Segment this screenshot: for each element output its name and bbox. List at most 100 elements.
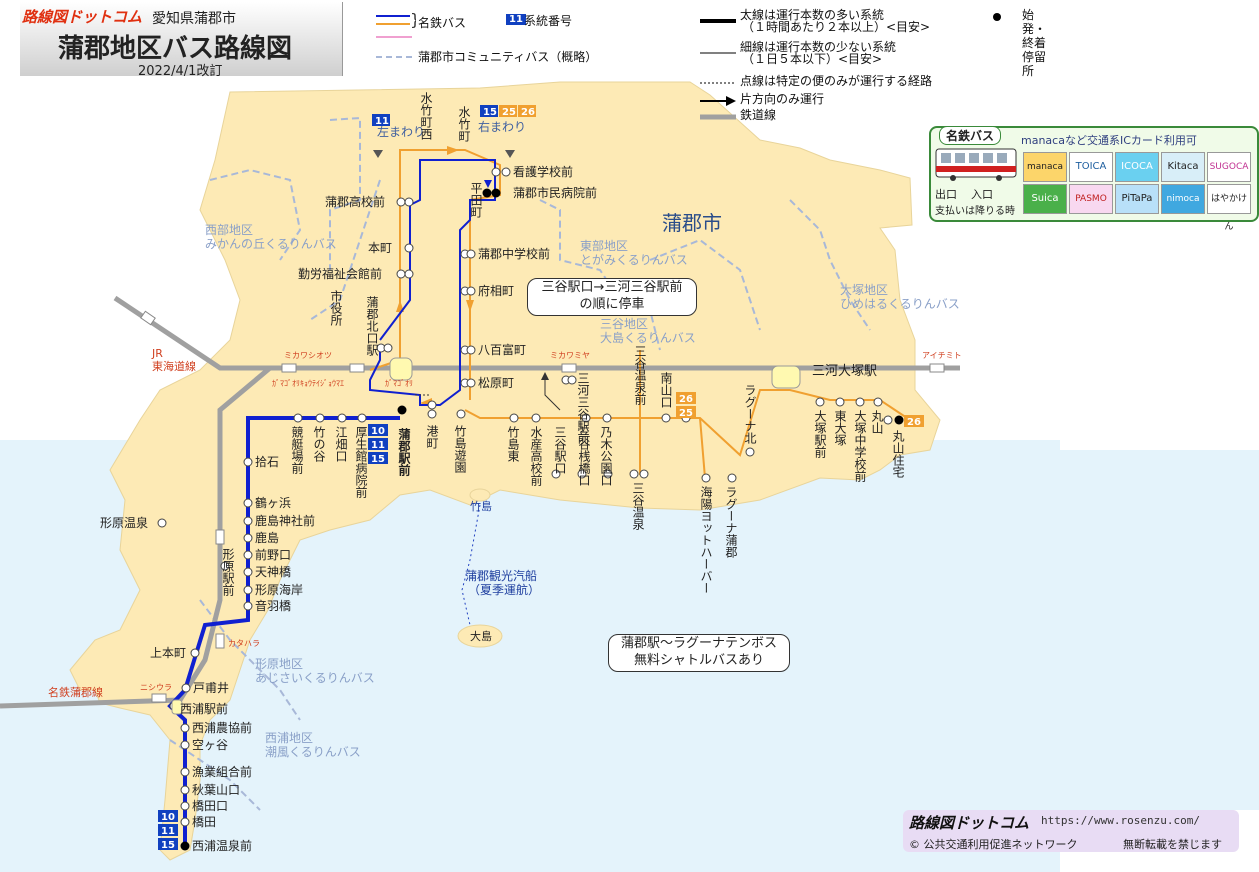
svg-text:ラグーナ蒲郡: ラグーナ蒲郡 <box>724 486 738 559</box>
bus-icon <box>935 148 1017 181</box>
svg-text:三谷温泉: 三谷温泉 <box>631 482 645 530</box>
svg-text:前野口: 前野口 <box>255 547 291 562</box>
legend-badge: 11 <box>506 14 526 25</box>
svg-text:競艇場前: 競艇場前 <box>290 425 304 474</box>
svg-text:東大塚: 東大塚 <box>833 410 847 446</box>
toica-card: TOICA <box>1069 152 1113 182</box>
icoca-card: ICOCA <box>1115 152 1159 182</box>
svg-text:潮風くるりんバス: 潮風くるりんバス <box>265 744 361 759</box>
svg-text:三谷桟橋口: 三谷桟橋口 <box>577 426 591 486</box>
svg-text:蒲郡市民病院前: 蒲郡市民病院前 <box>513 185 597 200</box>
svg-text:水産高校前: 水産高校前 <box>529 426 543 486</box>
legend-meitetsu: 名鉄バス <box>418 16 467 30</box>
svg-text:大島くるりんバス: 大島くるりんバス <box>600 330 696 345</box>
svg-text:10: 10 <box>371 426 385 437</box>
svg-text:15: 15 <box>161 840 175 851</box>
svg-text:南山口: 南山口 <box>659 371 673 408</box>
legend: } 名鉄バス 11 系統番号 蒲郡市コミュニティバス（概略） 太線は運行本数の多… <box>370 4 1046 124</box>
footer-url[interactable]: https://www.rosenzu.com/ <box>1041 814 1200 827</box>
svg-text:江畑口: 江畑口 <box>334 426 348 462</box>
svg-text:秋葉山口: 秋葉山口 <box>192 783 240 797</box>
legend-community: 蒲郡市コミュニティバス（概略） <box>418 50 598 64</box>
shuttle-note: 蒲郡駅～ラグーナテンボス 無料シャトルバスあり <box>608 634 790 672</box>
svg-text:蒲郡高校前: 蒲郡高校前 <box>325 194 385 209</box>
svg-text:11: 11 <box>161 826 175 837</box>
svg-text:25: 25 <box>679 408 693 419</box>
svg-text:ｶﾞﾏｺﾞｵﾘｷｮｳﾃｲｼﾞｮｳﾏｴ: ｶﾞﾏｺﾞｵﾘｷｮｳﾃｲｼﾞｮｳﾏｴ <box>272 379 344 388</box>
svg-text:大塚駅前: 大塚駅前 <box>813 410 827 458</box>
svg-text:西浦農協前: 西浦農協前 <box>192 720 252 735</box>
area-west: 西部地区 <box>205 222 253 237</box>
svg-text:}: } <box>410 10 416 29</box>
svg-text:天神橋: 天神橋 <box>255 565 291 579</box>
svg-text:竹の谷: 竹の谷 <box>312 426 326 463</box>
svg-text:ラグーナ北: ラグーナ北 <box>743 384 757 445</box>
area-east: 東部地区 <box>580 238 628 253</box>
svg-text:勤労福祉会館前: 勤労福祉会館前 <box>298 266 382 281</box>
svg-text:15: 15 <box>371 454 385 465</box>
pitapa-card: PiTaPa <box>1115 184 1159 214</box>
svg-text:とがみくるりんバス: とがみくるりんバス <box>580 252 688 267</box>
svg-text:竹島東: 竹島東 <box>506 426 520 462</box>
area-nishiura: 西浦地区 <box>265 731 313 745</box>
svg-text:府相町: 府相町 <box>478 283 514 298</box>
svg-text:26: 26 <box>907 417 921 428</box>
svg-text:ｶﾞﾏｺﾞｵﾘ: ｶﾞﾏｺﾞｵﾘ <box>385 379 413 388</box>
kitaca-card: Kitaca <box>1161 152 1205 182</box>
sugoca-card: SUGOCA <box>1207 152 1251 182</box>
svg-text:漁業組合前: 漁業組合前 <box>192 764 252 779</box>
svg-text:看護学校前: 看護学校前 <box>513 164 573 179</box>
svg-text:本町: 本町 <box>368 241 392 255</box>
svg-text:八百富町: 八百富町 <box>478 342 526 357</box>
ic-card-box: 名鉄バス manacaなど交通系ICカード利用可 出口 入口 支払いは降りる時 … <box>929 126 1259 232</box>
nimoca-card: nimoca <box>1161 184 1205 214</box>
svg-text:鹿島: 鹿島 <box>255 530 279 545</box>
svg-text:三谷駅口: 三谷駅口 <box>553 426 567 474</box>
svg-text:乃木公園口: 乃木公園口 <box>599 426 613 486</box>
svg-text:西浦駅前: 西浦駅前 <box>180 701 228 716</box>
svg-text:橋田: 橋田 <box>192 815 216 829</box>
svg-text:11: 11 <box>371 440 385 451</box>
svg-text:大島: 大島 <box>470 629 492 643</box>
svg-text:（夏季運航）: （夏季運航） <box>468 582 540 597</box>
area-miya: 三谷地区 <box>600 317 648 331</box>
svg-text:松原町: 松原町 <box>478 376 514 390</box>
svg-text:橋田口: 橋田口 <box>192 799 228 813</box>
svg-text:ニシウラ: ニシウラ <box>140 683 172 692</box>
svg-text:市役所: 市役所 <box>329 289 343 326</box>
svg-text:厚生館病院前: 厚生館病院前 <box>354 426 368 498</box>
area-otsuka: 大塚地区 <box>840 283 888 297</box>
gamagori-station-box <box>389 357 413 381</box>
svg-text:拾石: 拾石 <box>255 454 279 469</box>
footer-brand: 路線図ドットコム <box>909 814 1030 832</box>
pasmo-card: PASMO <box>1069 184 1113 214</box>
svg-text:蒲郡観光汽船: 蒲郡観光汽船 <box>465 568 537 583</box>
svg-text:アイチミト: アイチミト <box>922 351 962 360</box>
svg-text:ミカワミヤ: ミカワミヤ <box>550 351 590 360</box>
svg-text:ひめはるくるりんバス: ひめはるくるりんバス <box>840 297 960 311</box>
miya-order-note: 三谷駅口→三河三谷駅前 の順に停車 <box>527 278 697 316</box>
svg-text:あじさいくるりんバス: あじさいくるりんバス <box>255 671 375 685</box>
area-katahara: 形原地区 <box>255 657 303 671</box>
gamagori-station-label: 蒲郡駅前 <box>397 427 411 477</box>
svg-text:26: 26 <box>679 394 693 405</box>
svg-text:形原海岸: 形原海岸 <box>255 582 303 597</box>
svg-text:カタハラ: カタハラ <box>228 639 260 648</box>
footer-box: 路線図ドットコム https://www.rosenzu.com/ © 公共交通… <box>903 810 1239 852</box>
svg-text:JR: JR <box>151 347 163 360</box>
svg-text:10: 10 <box>161 812 175 823</box>
svg-text:ミカワシオツ: ミカワシオツ <box>284 351 332 360</box>
svg-text:西浦温泉前: 西浦温泉前 <box>192 838 252 853</box>
otsuka-station-box <box>771 365 801 389</box>
suica-card: Suica <box>1023 184 1067 214</box>
svg-text:竹島: 竹島 <box>470 499 492 513</box>
svg-text:大塚中学校前: 大塚中学校前 <box>853 410 867 482</box>
svg-text:蒲郡中学校前: 蒲郡中学校前 <box>478 246 550 261</box>
svg-text:みかんの丘くるりんバス: みかんの丘くるりんバス <box>205 237 337 251</box>
svg-text:平田町: 平田町 <box>469 182 483 218</box>
svg-text:鶴ヶ浜: 鶴ヶ浜 <box>255 495 291 510</box>
svg-text:海陽ヨットハーバー: 海陽ヨットハーバー <box>699 485 713 594</box>
svg-text:音羽橋: 音羽橋 <box>255 598 291 613</box>
svg-text:上本町: 上本町 <box>150 646 186 660</box>
svg-text:丸山住宅: 丸山住宅 <box>891 430 905 478</box>
